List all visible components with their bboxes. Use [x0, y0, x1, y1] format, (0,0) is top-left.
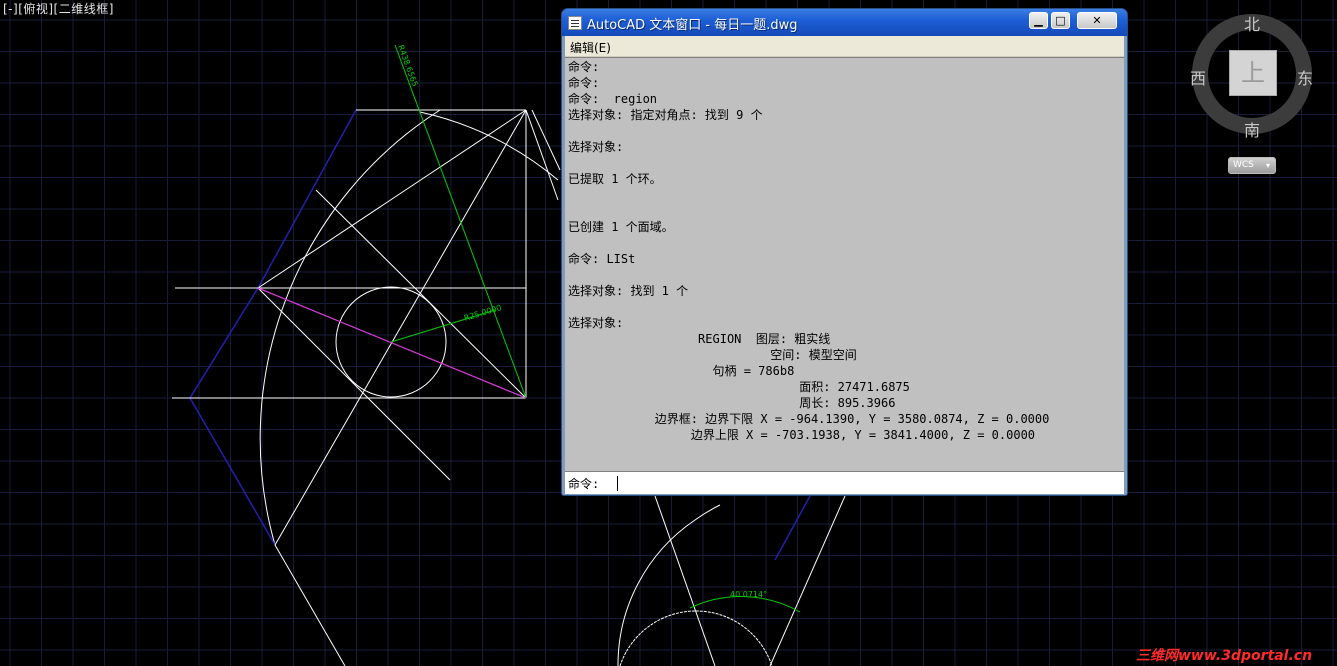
- diag-line-1: [274, 109, 527, 546]
- lower-dashed-circle: [619, 610, 773, 666]
- dim-text-angle: 40.0714°: [730, 590, 767, 599]
- diag-line-2: [257, 109, 527, 289]
- close-icon: ✕: [1092, 14, 1102, 27]
- autocad-text-window[interactable]: AutoCAD 文本窗口 - 每日一题.dwg ▁ □ ✕ 编辑(E) 命令: …: [562, 9, 1127, 495]
- hidden-outline-lower: [774, 495, 811, 561]
- minimize-button[interactable]: ▁: [1029, 12, 1048, 29]
- maximize-icon: □: [1055, 14, 1066, 27]
- maximize-button[interactable]: □: [1051, 12, 1070, 29]
- title-bar[interactable]: AutoCAD 文本窗口 - 每日一题.dwg ▁ □ ✕: [562, 9, 1127, 36]
- menu-item-edit[interactable]: 编辑(E): [570, 39, 611, 56]
- compass-north[interactable]: 北: [1244, 11, 1260, 35]
- lower-left-line-2: [654, 495, 716, 666]
- compass-south[interactable]: 南: [1244, 117, 1260, 141]
- center-line: [257, 287, 527, 399]
- lower-left-line: [274, 544, 346, 666]
- large-arc: [259, 109, 441, 546]
- window-title: AutoCAD 文本窗口 - 每日一题.dwg: [587, 18, 798, 33]
- dim-text-large: R438.6565: [396, 44, 419, 88]
- wcs-label: WCS: [1233, 160, 1254, 170]
- window-icon[interactable]: [568, 16, 582, 30]
- menu-bar: 编辑(E): [565, 36, 1124, 57]
- command-history[interactable]: 命令: 命令: 命令: region 选择对象: 指定对角点: 找到 9 个 选…: [565, 57, 1124, 472]
- command-prompt: 命令:: [568, 477, 600, 491]
- diag-line-5: [257, 287, 451, 481]
- viewport-controls-label[interactable]: [-][俯视][二维线框]: [3, 0, 114, 17]
- history-text: 命令: 命令: 命令: region 选择对象: 指定对角点: 找到 9 个 选…: [568, 60, 1050, 442]
- command-line[interactable]: 命令:: [565, 471, 1124, 494]
- viewcube-top-face[interactable]: 上: [1229, 50, 1277, 96]
- watermark: 三维网www.3dportal.cn: [1136, 648, 1313, 664]
- chevron-down-icon: ▾: [1265, 161, 1270, 170]
- wcs-menu-button[interactable]: WCS ▾: [1228, 157, 1276, 174]
- minimize-icon: ▁: [1034, 14, 1043, 27]
- text-caret: [617, 476, 618, 491]
- lower-arc-right: [694, 504, 721, 521]
- close-button[interactable]: ✕: [1077, 12, 1117, 29]
- compass-west[interactable]: 西: [1190, 65, 1206, 89]
- lower-arc: [617, 519, 696, 666]
- viewcube[interactable]: 北 西 东 南 上 WCS ▾: [1185, 8, 1325, 178]
- lower-right-line: [769, 495, 846, 666]
- compass-east[interactable]: 东: [1297, 65, 1313, 89]
- hidden-outline: [189, 109, 357, 546]
- dim-leader-large: [394, 44, 527, 399]
